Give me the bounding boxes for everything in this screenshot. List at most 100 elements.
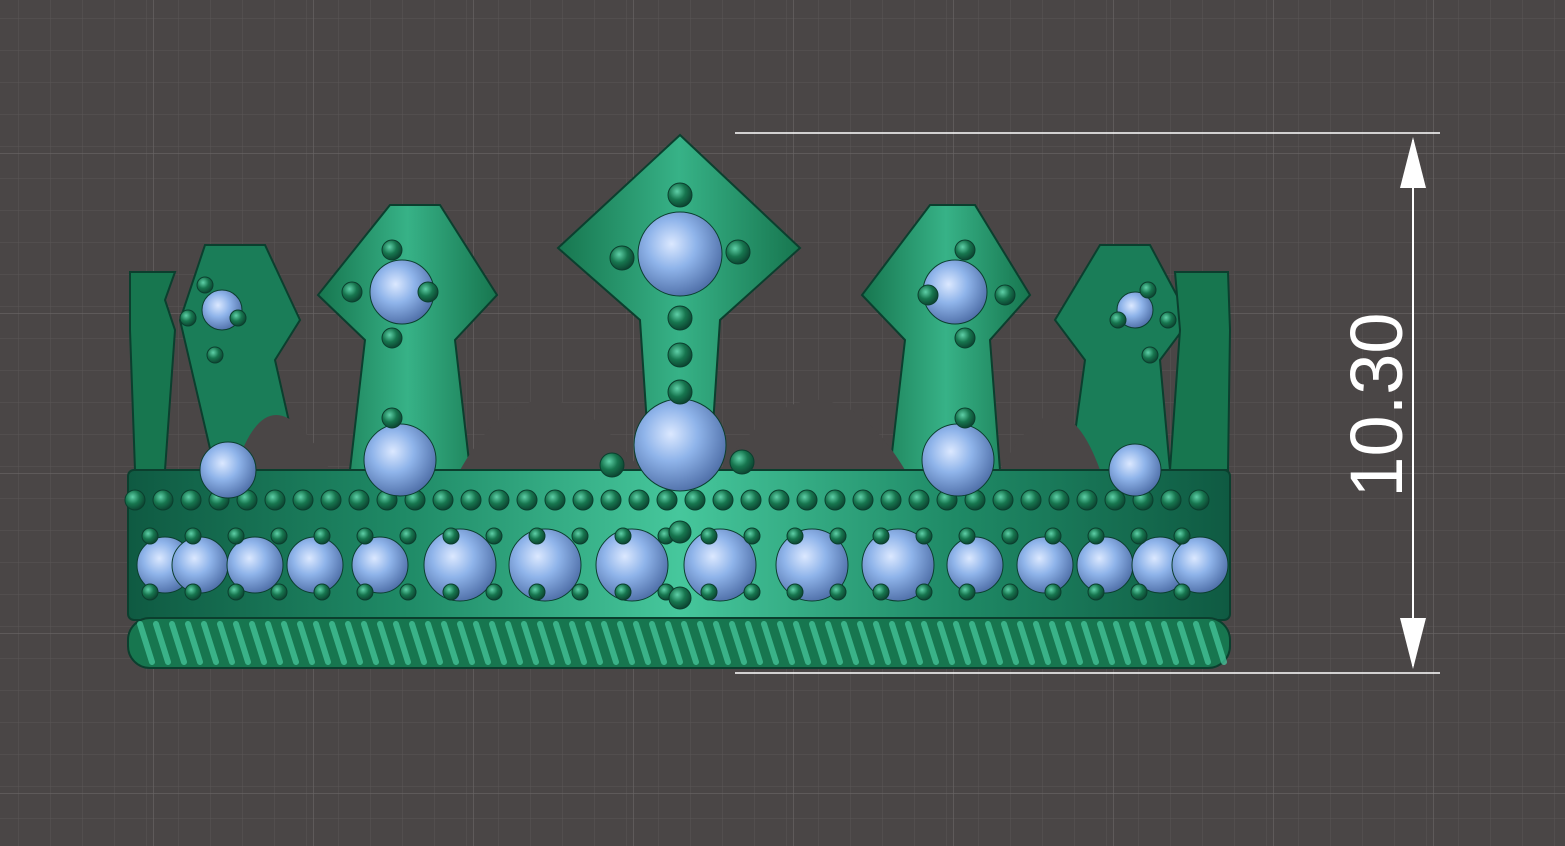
bead	[1160, 489, 1182, 511]
spire-bead	[1141, 346, 1159, 364]
bead	[743, 527, 761, 545]
bead	[740, 489, 762, 511]
bead	[227, 527, 245, 545]
spire-bead	[954, 327, 976, 349]
spire-bead	[994, 284, 1016, 306]
bead	[432, 489, 454, 511]
bead	[768, 489, 790, 511]
bead	[460, 489, 482, 511]
bead	[1076, 489, 1098, 511]
bead	[958, 527, 976, 545]
bead	[544, 489, 566, 511]
bead	[1173, 583, 1191, 601]
bead	[528, 527, 546, 545]
bead	[313, 583, 331, 601]
bead	[668, 586, 692, 610]
bead	[227, 583, 245, 601]
spire-gem	[921, 423, 995, 497]
bead	[184, 527, 202, 545]
bead	[600, 489, 622, 511]
bead	[1087, 583, 1105, 601]
spire-gem	[199, 441, 257, 499]
bead	[442, 527, 460, 545]
bead	[872, 583, 890, 601]
bead	[528, 583, 546, 601]
band-gem	[595, 528, 669, 602]
bead	[872, 527, 890, 545]
spire-bead	[609, 245, 635, 271]
bead	[1188, 489, 1210, 511]
bead	[1001, 527, 1019, 545]
bead	[1020, 489, 1042, 511]
band-gem	[946, 536, 1004, 594]
bead	[485, 583, 503, 601]
spire-gem	[1108, 443, 1162, 497]
spire-bead	[667, 182, 693, 208]
bead	[1130, 527, 1148, 545]
bead	[180, 489, 202, 511]
bead	[1087, 527, 1105, 545]
bead	[1173, 527, 1191, 545]
bead	[915, 583, 933, 601]
bead	[124, 489, 146, 511]
bead	[571, 527, 589, 545]
band-gem	[1016, 536, 1074, 594]
band-gem	[1076, 536, 1134, 594]
bead	[700, 527, 718, 545]
bead	[1048, 489, 1070, 511]
bead	[399, 583, 417, 601]
bead	[1001, 583, 1019, 601]
spire-bead	[1159, 311, 1177, 329]
bead	[313, 527, 331, 545]
band-gem	[423, 528, 497, 602]
spire-gem	[637, 211, 723, 297]
cad-viewport[interactable]: 10.30	[0, 0, 1565, 846]
bead	[356, 583, 374, 601]
spire-bead	[341, 281, 363, 303]
bead	[292, 489, 314, 511]
spire-bead	[229, 309, 247, 327]
bead	[786, 527, 804, 545]
bead	[880, 489, 902, 511]
bead	[824, 489, 846, 511]
bead	[399, 527, 417, 545]
bead	[915, 527, 933, 545]
bead	[743, 583, 761, 601]
spire-bead	[417, 281, 439, 303]
bead	[712, 489, 734, 511]
viewport-canvas[interactable]: 10.30	[0, 0, 1565, 846]
bead	[992, 489, 1014, 511]
spire-bead	[1139, 281, 1157, 299]
bead	[829, 583, 847, 601]
spire-gem	[633, 398, 727, 492]
bead	[320, 489, 342, 511]
spire-bead	[381, 327, 403, 349]
bead	[442, 583, 460, 601]
bead	[700, 583, 718, 601]
bead	[516, 489, 538, 511]
bead	[628, 489, 650, 511]
band-gem	[351, 536, 409, 594]
spire-gem	[363, 423, 437, 497]
bead	[786, 583, 804, 601]
bead	[1044, 527, 1062, 545]
bead	[796, 489, 818, 511]
bead	[141, 527, 159, 545]
bead	[571, 583, 589, 601]
bead	[829, 527, 847, 545]
spire-bead	[725, 239, 751, 265]
spire-bead	[729, 449, 755, 475]
bead	[908, 489, 930, 511]
bead	[572, 489, 594, 511]
bead	[184, 583, 202, 601]
band-gem	[171, 536, 229, 594]
spire-bead	[954, 239, 976, 261]
bead	[656, 489, 678, 511]
bead	[152, 489, 174, 511]
spire-bead	[599, 452, 625, 478]
bead	[852, 489, 874, 511]
spire-bead	[381, 407, 403, 429]
spire-bead	[667, 342, 693, 368]
bead	[141, 583, 159, 601]
spire-bead	[196, 276, 214, 294]
